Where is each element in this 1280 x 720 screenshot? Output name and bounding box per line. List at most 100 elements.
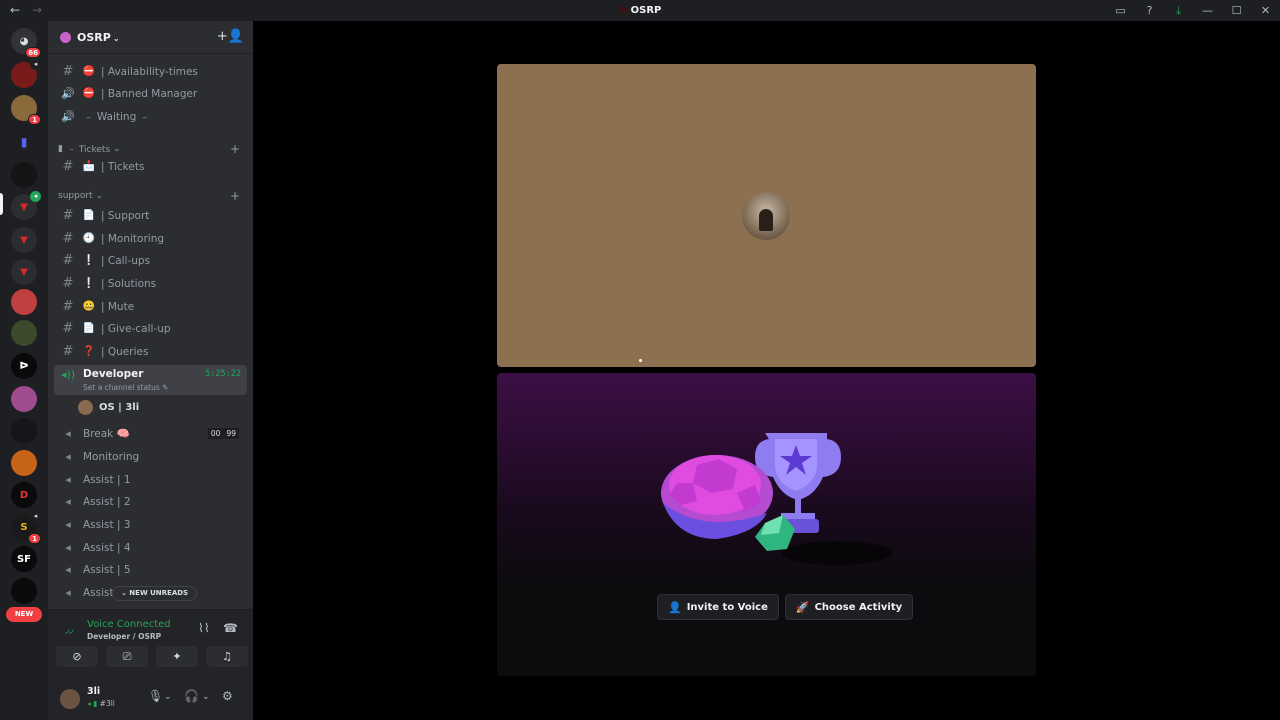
server-icon[interactable] xyxy=(11,289,37,315)
home-button[interactable]: ◕ 66 xyxy=(11,28,41,58)
signal-icon[interactable]: ◞◞ xyxy=(65,622,74,635)
add-channel-icon[interactable]: + xyxy=(230,189,240,203)
text-channel-icon: # xyxy=(62,231,74,246)
disconnect-icon[interactable]: ☎ xyxy=(223,621,238,635)
maximize-button[interactable]: ☐ xyxy=(1222,4,1251,17)
server-icon[interactable]: ◂ xyxy=(11,59,41,88)
channel-call-ups[interactable]: # ❕ | Call-ups xyxy=(54,250,247,271)
activities-button[interactable]: ✦ xyxy=(156,646,198,667)
microphone-icon[interactable]: 🎙 xyxy=(148,689,163,703)
channel-monitoring[interactable]: # 🕘 | Monitoring xyxy=(54,228,247,249)
channel-label: | Banned Manager xyxy=(101,87,198,100)
server-icon[interactable]: SF xyxy=(11,546,37,572)
server-icon[interactable] xyxy=(11,162,37,188)
channel-availability-times[interactable]: # ⛔ | Availability-times xyxy=(54,61,247,82)
channel-label: Assist | 5 xyxy=(83,563,131,576)
server-icon[interactable] xyxy=(11,578,37,604)
channel-assist-5[interactable]: ◂ Assist | 5 xyxy=(54,559,247,580)
new-unreads-button[interactable]: ⌄ NEW UNREADS xyxy=(112,586,198,601)
server-icon[interactable]: 1 xyxy=(11,95,41,125)
server-name: OSRP ⌄ xyxy=(77,31,120,44)
server-icon[interactable]: ▼ ◂ xyxy=(11,191,41,220)
server-icon[interactable]: ▼ xyxy=(11,259,37,285)
server-icon[interactable] xyxy=(11,386,37,412)
avatar[interactable] xyxy=(60,689,80,709)
user-panel: 3li ◂ ▮ #3li 🎙 ⌄ 🎧 ⌄ ⚙ xyxy=(48,679,253,720)
exclamation-icon: ❕ xyxy=(82,278,96,289)
chevron-down-icon: ⌄ xyxy=(112,34,120,43)
rocket-icon: 🚀 xyxy=(795,600,810,614)
participant-tile[interactable] xyxy=(497,64,1036,367)
channel-label: Monitoring xyxy=(83,450,140,463)
category-support[interactable]: support ⌄ + xyxy=(58,189,240,203)
camera-off-button[interactable]: ⊘ xyxy=(56,646,98,667)
channel-give-call-up[interactable]: # 📄 | Give-call-up xyxy=(54,318,247,339)
chevron-down-icon: ⌄ xyxy=(113,143,121,154)
activity-buttons: 👤 Invite to Voice 🚀 Choose Activity xyxy=(657,594,914,620)
inbox-icon[interactable]: ▭ xyxy=(1106,4,1135,17)
close-button[interactable]: ✕ xyxy=(1251,4,1280,17)
server-icon[interactable] xyxy=(11,320,37,346)
server-icon[interactable]: S ◂ 1 xyxy=(11,511,41,544)
server-icon[interactable] xyxy=(11,450,37,476)
channel-label: Assist | 2 xyxy=(83,495,131,508)
channel-banned-manager[interactable]: 🔊 ⛔ | Banned Manager xyxy=(54,83,247,104)
channel-tickets[interactable]: # 📩 | Tickets xyxy=(54,156,247,177)
voice-stage: 👤 Invite to Voice 🚀 Choose Activity xyxy=(253,21,1280,720)
channel-queries[interactable]: # ❓ | Queries xyxy=(54,341,247,362)
channel-assist-3[interactable]: ◂ Assist | 3 xyxy=(54,514,247,535)
server-icon[interactable] xyxy=(11,418,37,444)
voice-member[interactable]: OS | 3li xyxy=(78,400,139,415)
voice-connection-panel: ◞◞ Voice Connected Developer / OSRP ⌇⌇ ☎… xyxy=(48,609,253,679)
cursor xyxy=(639,359,642,362)
voice-channel-icon: ◂ xyxy=(65,541,71,554)
server-icon[interactable]: ᐅ xyxy=(11,353,37,379)
chevron-down-icon: ⌄ xyxy=(95,191,104,201)
invite-people-icon[interactable]: +👤 xyxy=(217,29,244,44)
zipper-mouth-icon: 🤐 xyxy=(82,301,96,312)
channel-solutions[interactable]: # ❕ | Solutions xyxy=(54,273,247,294)
soundboard-button[interactable]: ♫ xyxy=(206,646,248,667)
category-tickets[interactable]: ▮ ﹣ Tickets ⌄ + xyxy=(58,142,240,156)
screen-share-button[interactable]: ⎚ xyxy=(106,646,148,667)
channel-label: | Solutions xyxy=(101,277,157,290)
channel-voice-monitoring[interactable]: ◂ Monitoring xyxy=(54,446,247,467)
channel-assist-2[interactable]: ◂ Assist | 2 xyxy=(54,491,247,512)
user-name[interactable]: 3li xyxy=(87,686,100,697)
text-channel-icon: # xyxy=(62,344,74,359)
minimize-button[interactable]: — xyxy=(1193,4,1222,17)
noise-suppression-icon[interactable]: ⌇⌇ xyxy=(198,621,210,635)
channel-sidebar: OSRP ⌄ +👤 # ⛔ | Availability-times 🔊 ⛔ | … xyxy=(48,21,253,720)
chevron-down-icon[interactable]: ⌄ xyxy=(164,692,172,702)
choose-activity-button[interactable]: 🚀 Choose Activity xyxy=(784,594,914,620)
speaker-icon: ◂ xyxy=(30,511,41,522)
user-limit-counter: 00 99 xyxy=(207,428,239,439)
voice-location[interactable]: Developer / OSRP xyxy=(87,632,161,641)
invite-to-voice-button[interactable]: 👤 Invite to Voice xyxy=(657,594,779,620)
channel-break[interactable]: ◂ Break 🧠 00 99 xyxy=(54,423,247,444)
download-icon[interactable]: ⤓ xyxy=(1164,4,1193,18)
channel-developer[interactable]: ◂)) Developer 5:25:22 Set a channel stat… xyxy=(54,365,247,395)
channel-status-prompt[interactable]: Set a channel status ✎ xyxy=(83,383,168,392)
help-icon[interactable]: ? xyxy=(1135,4,1164,17)
user-tag: ◂ ▮ #3li xyxy=(87,699,115,708)
add-channel-icon[interactable]: + xyxy=(230,142,240,156)
channel-assist-1[interactable]: ◂ Assist | 1 xyxy=(54,469,247,490)
server-icon[interactable]: ▼ xyxy=(11,227,37,253)
selected-indicator xyxy=(0,193,3,215)
headphones-icon[interactable]: 🎧 xyxy=(184,689,199,703)
mention-badge: 66 xyxy=(25,47,41,58)
server-header[interactable]: OSRP ⌄ +👤 xyxy=(48,21,253,54)
channel-label: Assist | 4 xyxy=(83,541,131,554)
folder-icon[interactable]: ▮ xyxy=(11,129,37,155)
channel-assist-4[interactable]: ◂ Assist | 4 xyxy=(54,537,247,558)
server-icon[interactable]: D xyxy=(11,482,37,508)
channel-mute[interactable]: # 🤐 | Mute xyxy=(54,296,247,317)
channel-label: | Tickets xyxy=(101,160,145,173)
gear-icon[interactable]: ⚙ xyxy=(222,689,233,703)
new-unreads-pill[interactable]: NEW xyxy=(6,607,42,622)
window-title: OSRP xyxy=(0,5,1280,16)
channel-support[interactable]: # 📄 | Support xyxy=(54,205,247,226)
channel-waiting[interactable]: 🔊 ﹣ Waiting ﹣ xyxy=(54,106,247,127)
chevron-down-icon[interactable]: ⌄ xyxy=(202,692,210,702)
